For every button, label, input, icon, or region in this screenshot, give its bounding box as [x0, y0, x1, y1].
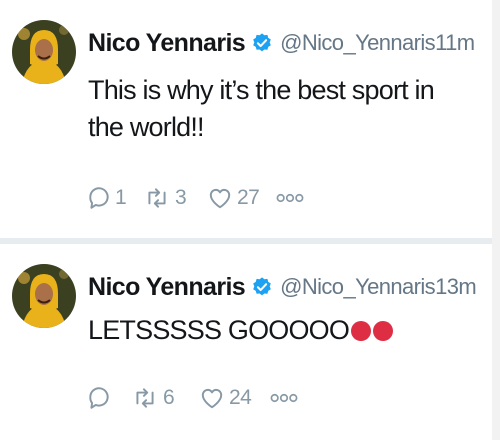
- heart-icon: [201, 388, 223, 409]
- retweet-icon: [148, 188, 166, 208]
- reply-icon: [89, 187, 109, 209]
- retweet-button[interactable]: 6: [130, 385, 198, 411]
- tweet-text: This is why it’s the best sport in the w…: [88, 75, 435, 142]
- tweet-actions: 6 24: [86, 380, 298, 416]
- avatar[interactable]: [12, 20, 76, 84]
- more-dots-icon: [270, 393, 298, 403]
- like-count: 27: [237, 186, 260, 209]
- timestamp[interactable]: 13m: [435, 274, 477, 300]
- tweet[interactable]: Nico Yennaris @Nico_Yennaris 11m This is…: [0, 0, 492, 238]
- heart-icon: [209, 188, 231, 209]
- retweet-button[interactable]: 3: [142, 185, 206, 211]
- more-dots-icon: [276, 193, 304, 203]
- reply-button[interactable]: 1: [86, 185, 142, 211]
- avatar[interactable]: [12, 264, 76, 328]
- red-circle-icon: [351, 321, 372, 341]
- verified-badge-icon: [251, 276, 273, 298]
- author-handle[interactable]: @Nico_Yennaris: [280, 274, 436, 300]
- like-button[interactable]: 27: [206, 185, 276, 211]
- retweet-count: 6: [163, 386, 175, 409]
- tweet-actions: 1 3 27: [86, 180, 304, 216]
- reply-button[interactable]: [86, 385, 130, 411]
- author-name[interactable]: Nico Yennaris: [88, 273, 246, 302]
- retweet-icon: [136, 388, 154, 408]
- tweet-text: LETSSSSS GOOOOO: [88, 315, 350, 345]
- tweet-text-block: LETSSSSS GOOOOO: [88, 312, 468, 349]
- more-button[interactable]: [276, 192, 304, 204]
- more-button[interactable]: [270, 392, 298, 404]
- timestamp[interactable]: 11m: [435, 30, 475, 56]
- retweet-count: 3: [175, 186, 187, 209]
- verified-badge-icon: [251, 32, 273, 54]
- author-handle[interactable]: @Nico_Yennaris: [280, 30, 436, 56]
- like-count: 24: [229, 386, 252, 409]
- like-button[interactable]: 24: [198, 385, 270, 411]
- reply-count: 1: [115, 186, 127, 209]
- tweet[interactable]: Nico Yennaris @Nico_Yennaris 13m LETSSSS…: [0, 244, 492, 440]
- red-circle-icon: [373, 321, 394, 341]
- author-name[interactable]: Nico Yennaris: [88, 29, 246, 58]
- reply-icon: [89, 387, 109, 409]
- window-edge: [492, 0, 500, 440]
- emoji-group: [351, 321, 395, 341]
